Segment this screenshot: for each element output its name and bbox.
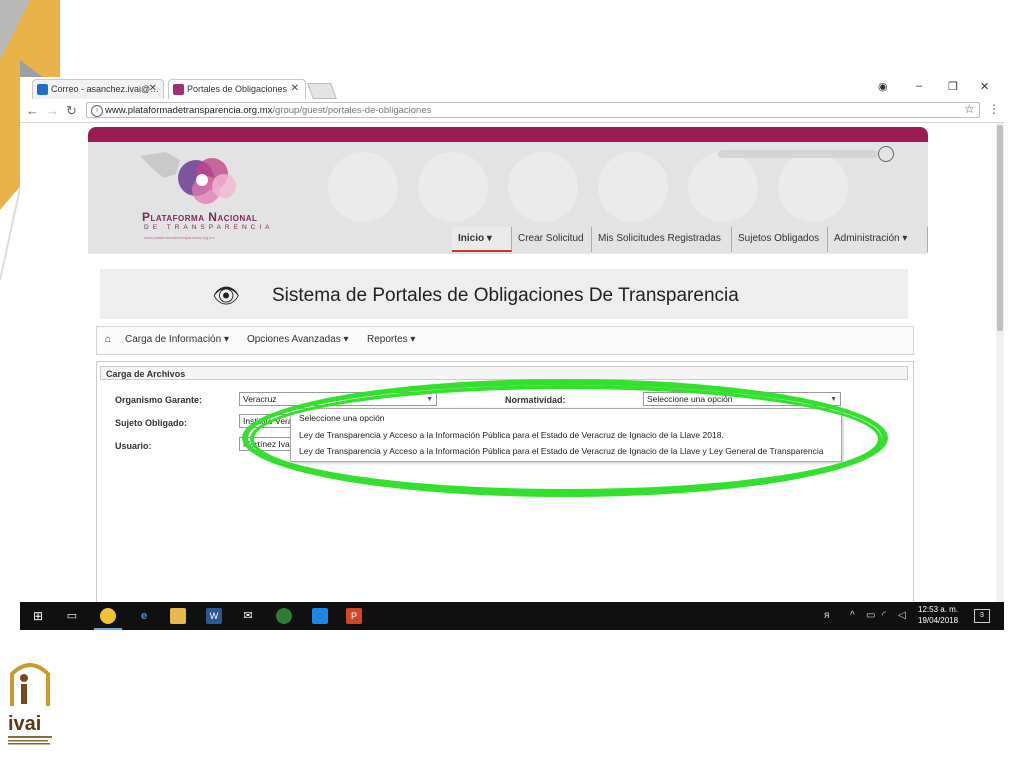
back-icon[interactable]: ← (26, 103, 39, 118)
menu-inicio[interactable]: Inicio ▾ (452, 227, 512, 252)
minimize-icon[interactable]: – (916, 80, 922, 92)
volume-icon[interactable]: ◁ (898, 610, 906, 621)
tab-portales-label: Portales de Obligaciones (187, 84, 288, 94)
close-tab-icon[interactable]: ✕ (291, 83, 299, 94)
battery-icon[interactable]: ▭ (866, 610, 875, 621)
logo-subtitle: DE TRANSPARENCIA (144, 224, 274, 231)
task-view-icon[interactable]: ▭ (64, 608, 80, 624)
close-tab-icon[interactable]: ✕ (149, 83, 157, 94)
panel-title: Carga de Archivos (100, 366, 908, 380)
ivai-logo-icon: ivai (8, 663, 52, 745)
file-explorer-icon[interactable] (170, 608, 186, 624)
notification-badge[interactable]: 3 (974, 609, 990, 623)
mail-icon[interactable]: ✉ (240, 608, 256, 624)
close-window-icon[interactable]: ✕ (980, 80, 989, 93)
subnav-opciones-avanzadas[interactable]: Opciones Avanzadas ▾ (247, 334, 349, 345)
title-box: 👁 Sistema de Portales de Obligaciones De… (100, 269, 908, 319)
decorative-swirl (418, 152, 488, 222)
svg-text:ivai: ivai (8, 713, 41, 735)
decorative-swirl (328, 152, 398, 222)
eye-icon: 👁 (212, 283, 240, 308)
profile-icon[interactable]: ◉ (878, 80, 888, 93)
wifi-icon[interactable]: ◜ (882, 610, 886, 621)
xbox-icon[interactable] (276, 608, 292, 624)
organismo-label: Organismo Garante: (115, 395, 203, 405)
usuario-label: Usuario: (115, 441, 152, 451)
url-path: /group/guest/portales-de-obligaciones (272, 105, 432, 116)
menu-administracion[interactable]: Administración ▾ (828, 227, 928, 252)
decorative-swirl (688, 152, 758, 222)
decorative-swirl (508, 152, 578, 222)
system-clock[interactable]: 12:53 a. m. 19/04/2018 (918, 604, 958, 626)
browser-toolbar: ← → ↻ i www.plataformadetransparencia.or… (20, 100, 1004, 123)
menu-mis-solicitudes[interactable]: Mis Solicitudes Registradas (592, 227, 732, 252)
tab-mail-label: Correo - asanchez.ivai@… (51, 84, 160, 94)
page-title: Sistema de Portales de Obligaciones De T… (272, 285, 739, 306)
sujeto-label: Sujeto Obligado: (115, 418, 187, 428)
address-bar[interactable]: i www.plataformadetransparencia.org.mx/g… (86, 102, 980, 118)
clock-date: 19/04/2018 (918, 616, 959, 625)
reload-icon[interactable]: ↻ (66, 103, 77, 119)
pnt-favicon-icon (173, 84, 184, 95)
browser-window: Correo - asanchez.ivai@… ✕ Portales de O… (20, 77, 1004, 630)
store-icon[interactable] (312, 608, 328, 624)
home-icon[interactable]: ⌂ (105, 334, 111, 345)
chevron-up-icon[interactable]: ^ (850, 610, 855, 621)
search-input[interactable] (718, 150, 878, 158)
menu-sujetos-obligados-label: Sujetos Obligados (738, 233, 820, 244)
menu-crear-solicitud-label: Crear Solicitud (518, 233, 584, 244)
subnav-reportes[interactable]: Reportes ▾ (367, 334, 415, 345)
organismo-value: Veracruz (243, 394, 277, 404)
restore-icon[interactable]: ❐ (948, 80, 958, 93)
sub-navigation: ⌂ Carga de Información ▾ Opciones Avanza… (96, 326, 914, 355)
forward-icon[interactable]: → (46, 103, 59, 118)
pnt-logo-icon (140, 152, 236, 204)
logo-url: www.plataformadetransparencia.org.mx (144, 235, 215, 240)
scrollbar-thumb[interactable] (997, 125, 1003, 331)
windows-start-icon[interactable]: ⊞ (30, 608, 46, 624)
clock-time: 12:53 a. m. (918, 605, 959, 614)
decorative-swirl (778, 152, 848, 222)
outlook-icon (37, 84, 48, 95)
bookmark-star-icon[interactable]: ☆ (964, 102, 975, 116)
subnav-carga-informacion[interactable]: Carga de Información ▾ (125, 334, 229, 345)
edge-icon[interactable]: e (136, 608, 152, 624)
search-icon[interactable] (878, 146, 894, 162)
people-icon[interactable]: ᴙ (824, 610, 829, 621)
tab-mail[interactable]: Correo - asanchez.ivai@… ✕ (32, 79, 164, 99)
highlight-ring-inner (250, 385, 882, 493)
powerpoint-icon[interactable]: P (346, 608, 362, 624)
decorative-swirl (598, 152, 668, 222)
menu-administracion-label: Administración ▾ (834, 233, 908, 244)
tab-portales[interactable]: Portales de Obligaciones ✕ (168, 79, 306, 99)
url-host: www.plataformadetransparencia.org.mx (105, 105, 273, 116)
tab-bar: Correo - asanchez.ivai@… ✕ Portales de O… (20, 77, 1004, 99)
new-tab-button[interactable] (307, 83, 337, 99)
info-icon[interactable]: i (91, 105, 103, 117)
menu-crear-solicitud[interactable]: Crear Solicitud (512, 227, 592, 252)
menu-inicio-label: Inicio ▾ (458, 233, 492, 244)
menu-mis-solicitudes-label: Mis Solicitudes Registradas (598, 233, 721, 244)
active-app-indicator (94, 628, 122, 630)
chrome-icon[interactable] (100, 608, 116, 624)
word-icon[interactable]: W (206, 608, 222, 624)
header-accent-bar (88, 127, 928, 142)
menu-sujetos-obligados[interactable]: Sujetos Obligados (732, 227, 828, 252)
menu-kebab-icon[interactable]: ⋮ (988, 102, 1000, 116)
windows-taskbar: ⊞ ▭ e W ✉ P ᴙ ^ ▭ ◜ ◁ 12:53 a. m. 19/04/… (20, 602, 1004, 630)
logo-title: Plataforma Nacional (142, 210, 258, 224)
